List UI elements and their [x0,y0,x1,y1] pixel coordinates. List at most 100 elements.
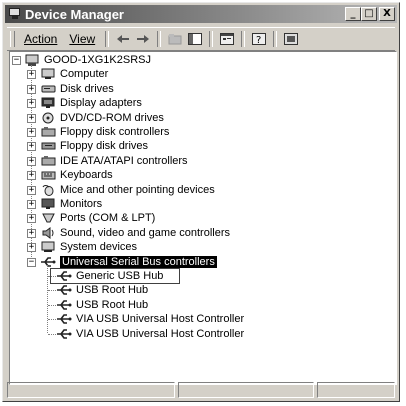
tree-item-category[interactable]: Mice and other pointing devices [40,183,215,197]
tree-item-category[interactable]: Monitors [40,197,102,211]
properties-icon[interactable] [218,31,236,47]
tree-item-label: Disk drives [60,82,114,95]
tree-item-label: USB Root Hub [76,298,149,311]
menu-view[interactable]: View [63,32,101,46]
maximize-button[interactable]: □ [361,7,377,21]
usb-icon [56,327,72,340]
tree-item-category[interactable]: Floppy disk controllers [40,125,169,139]
tree-item-category[interactable]: Floppy disk drives [40,139,148,153]
device-manager-icon [8,8,22,20]
tree-item-label: VIA USB Universal Host Controller [76,313,245,326]
status-cell [317,382,395,398]
category-expand-toggle[interactable]: + [27,142,36,152]
tree-item-label: DVD/CD-ROM drives [60,111,164,124]
usb-icon [56,284,72,297]
toolbar-grip[interactable] [10,31,15,47]
status-cell [7,382,175,398]
tree-item-usb-device[interactable]: USB Root Hub [56,283,148,297]
tree-item-label: IDE ATA/ATAPI controllers [60,154,188,167]
svg-text:?: ? [256,35,261,45]
category-expand-toggle[interactable]: + [27,128,36,137]
tree-item-label: Floppy disk controllers [60,126,170,138]
system-icon [40,241,56,254]
category-expand-toggle[interactable]: + [27,243,36,253]
category-expand-toggle[interactable]: + [27,70,36,80]
usb-icon [56,313,72,326]
disk-drive-icon [40,82,56,95]
tree-connector [48,304,56,306]
device-manager-window: Device Manager _ □ X Action View ? − GOO… [2,2,400,402]
status-bar [7,382,395,398]
category-expand-toggle[interactable]: + [27,156,36,166]
category-expand-toggle[interactable]: + [27,185,36,195]
tree-item-category[interactable]: IDE ATA/ATAPI controllers [40,154,188,168]
up-folder-icon[interactable] [166,31,184,47]
tree-item-category[interactable]: Disk drives [40,82,114,96]
menu-action[interactable]: Action [18,32,63,46]
tree-item-label: Mice and other pointing devices [60,183,215,196]
tree-item-label: Floppy disk drives [60,140,149,153]
mouse-icon [40,183,56,196]
tree-item-label: GOOD-1XG1K2SRSJ [44,54,151,66]
tree-item-label: Keyboards [60,169,113,182]
tree-connector [48,290,56,292]
focus-rectangle [50,268,180,284]
floppy-icon [40,140,56,153]
close-button[interactable]: X [379,7,395,21]
show-hide-tree-icon[interactable] [186,31,204,47]
tree-item-category[interactable]: Ports (COM & LPT) [40,211,155,225]
tree-item-usb-controllers[interactable]: Universal Serial Bus controllers [40,255,217,269]
usb-icon [56,298,72,311]
computer-icon [40,68,56,81]
sound-icon [40,226,56,239]
tree-item-label: Ports (COM & LPT) [60,212,156,225]
usb-collapse-toggle[interactable]: − [27,257,36,267]
toolbar-separator [209,31,214,47]
tree-item-label: Computer [60,68,109,81]
toolbar-separator [273,31,278,47]
menu-toolbar: Action View ? [7,27,395,51]
tree-item-category[interactable]: Sound, video and game controllers [40,226,230,240]
tree-root[interactable]: GOOD-1XG1K2SRSJ [24,53,151,67]
tree-item-category[interactable]: Display adapters [40,96,142,110]
tree-item-usb-device[interactable]: VIA USB Universal Host Controller [56,312,244,326]
root-collapse-toggle[interactable]: − [12,56,21,65]
port-icon [40,212,56,225]
tree-connector [48,333,56,335]
display-adapter-icon [40,97,56,110]
category-expand-toggle[interactable]: + [27,200,36,209]
window-title: Device Manager [25,6,124,22]
tree-item-category[interactable]: DVD/CD-ROM drives [40,111,164,125]
minimize-button[interactable]: _ [345,7,361,21]
category-expand-toggle[interactable]: + [27,171,36,181]
tree-item-label: System devices [60,241,138,254]
tree-connector [48,319,56,321]
tree-item-label: VIA USB Universal Host Controller [76,327,245,340]
category-expand-toggle[interactable]: + [27,113,36,123]
help-icon[interactable]: ? [250,31,268,47]
category-expand-toggle[interactable]: + [27,99,36,109]
back-arrow-icon[interactable] [114,31,132,47]
category-expand-toggle[interactable]: + [27,84,36,94]
tree-item-usb-device[interactable]: USB Root Hub [56,298,148,312]
category-expand-toggle[interactable]: + [27,214,36,224]
keyboard-icon [40,169,56,182]
scan-hardware-icon[interactable] [282,31,300,47]
cdrom-icon [40,111,56,124]
monitor-icon [40,198,56,211]
tree-item-category[interactable]: Computer [40,67,108,81]
title-bar[interactable]: Device Manager _ □ X [5,5,397,23]
controller-icon [40,154,56,167]
tree-item-label: Sound, video and game controllers [60,226,230,239]
forward-arrow-icon[interactable] [134,31,152,47]
category-expand-toggle[interactable]: + [27,228,36,238]
usb-icon [40,255,56,268]
device-tree[interactable]: − GOOD-1XG1K2SRSJ + Computer + Disk drives + Di… [9,51,397,385]
status-cell [178,382,314,398]
computer-icon [24,54,40,67]
tree-item-category[interactable]: Keyboards [40,168,113,182]
toolbar-separator [157,31,162,47]
tree-item-label: Monitors [60,198,103,210]
tree-item-usb-device[interactable]: VIA USB Universal Host Controller [56,327,244,341]
tree-item-category[interactable]: System devices [40,240,137,254]
